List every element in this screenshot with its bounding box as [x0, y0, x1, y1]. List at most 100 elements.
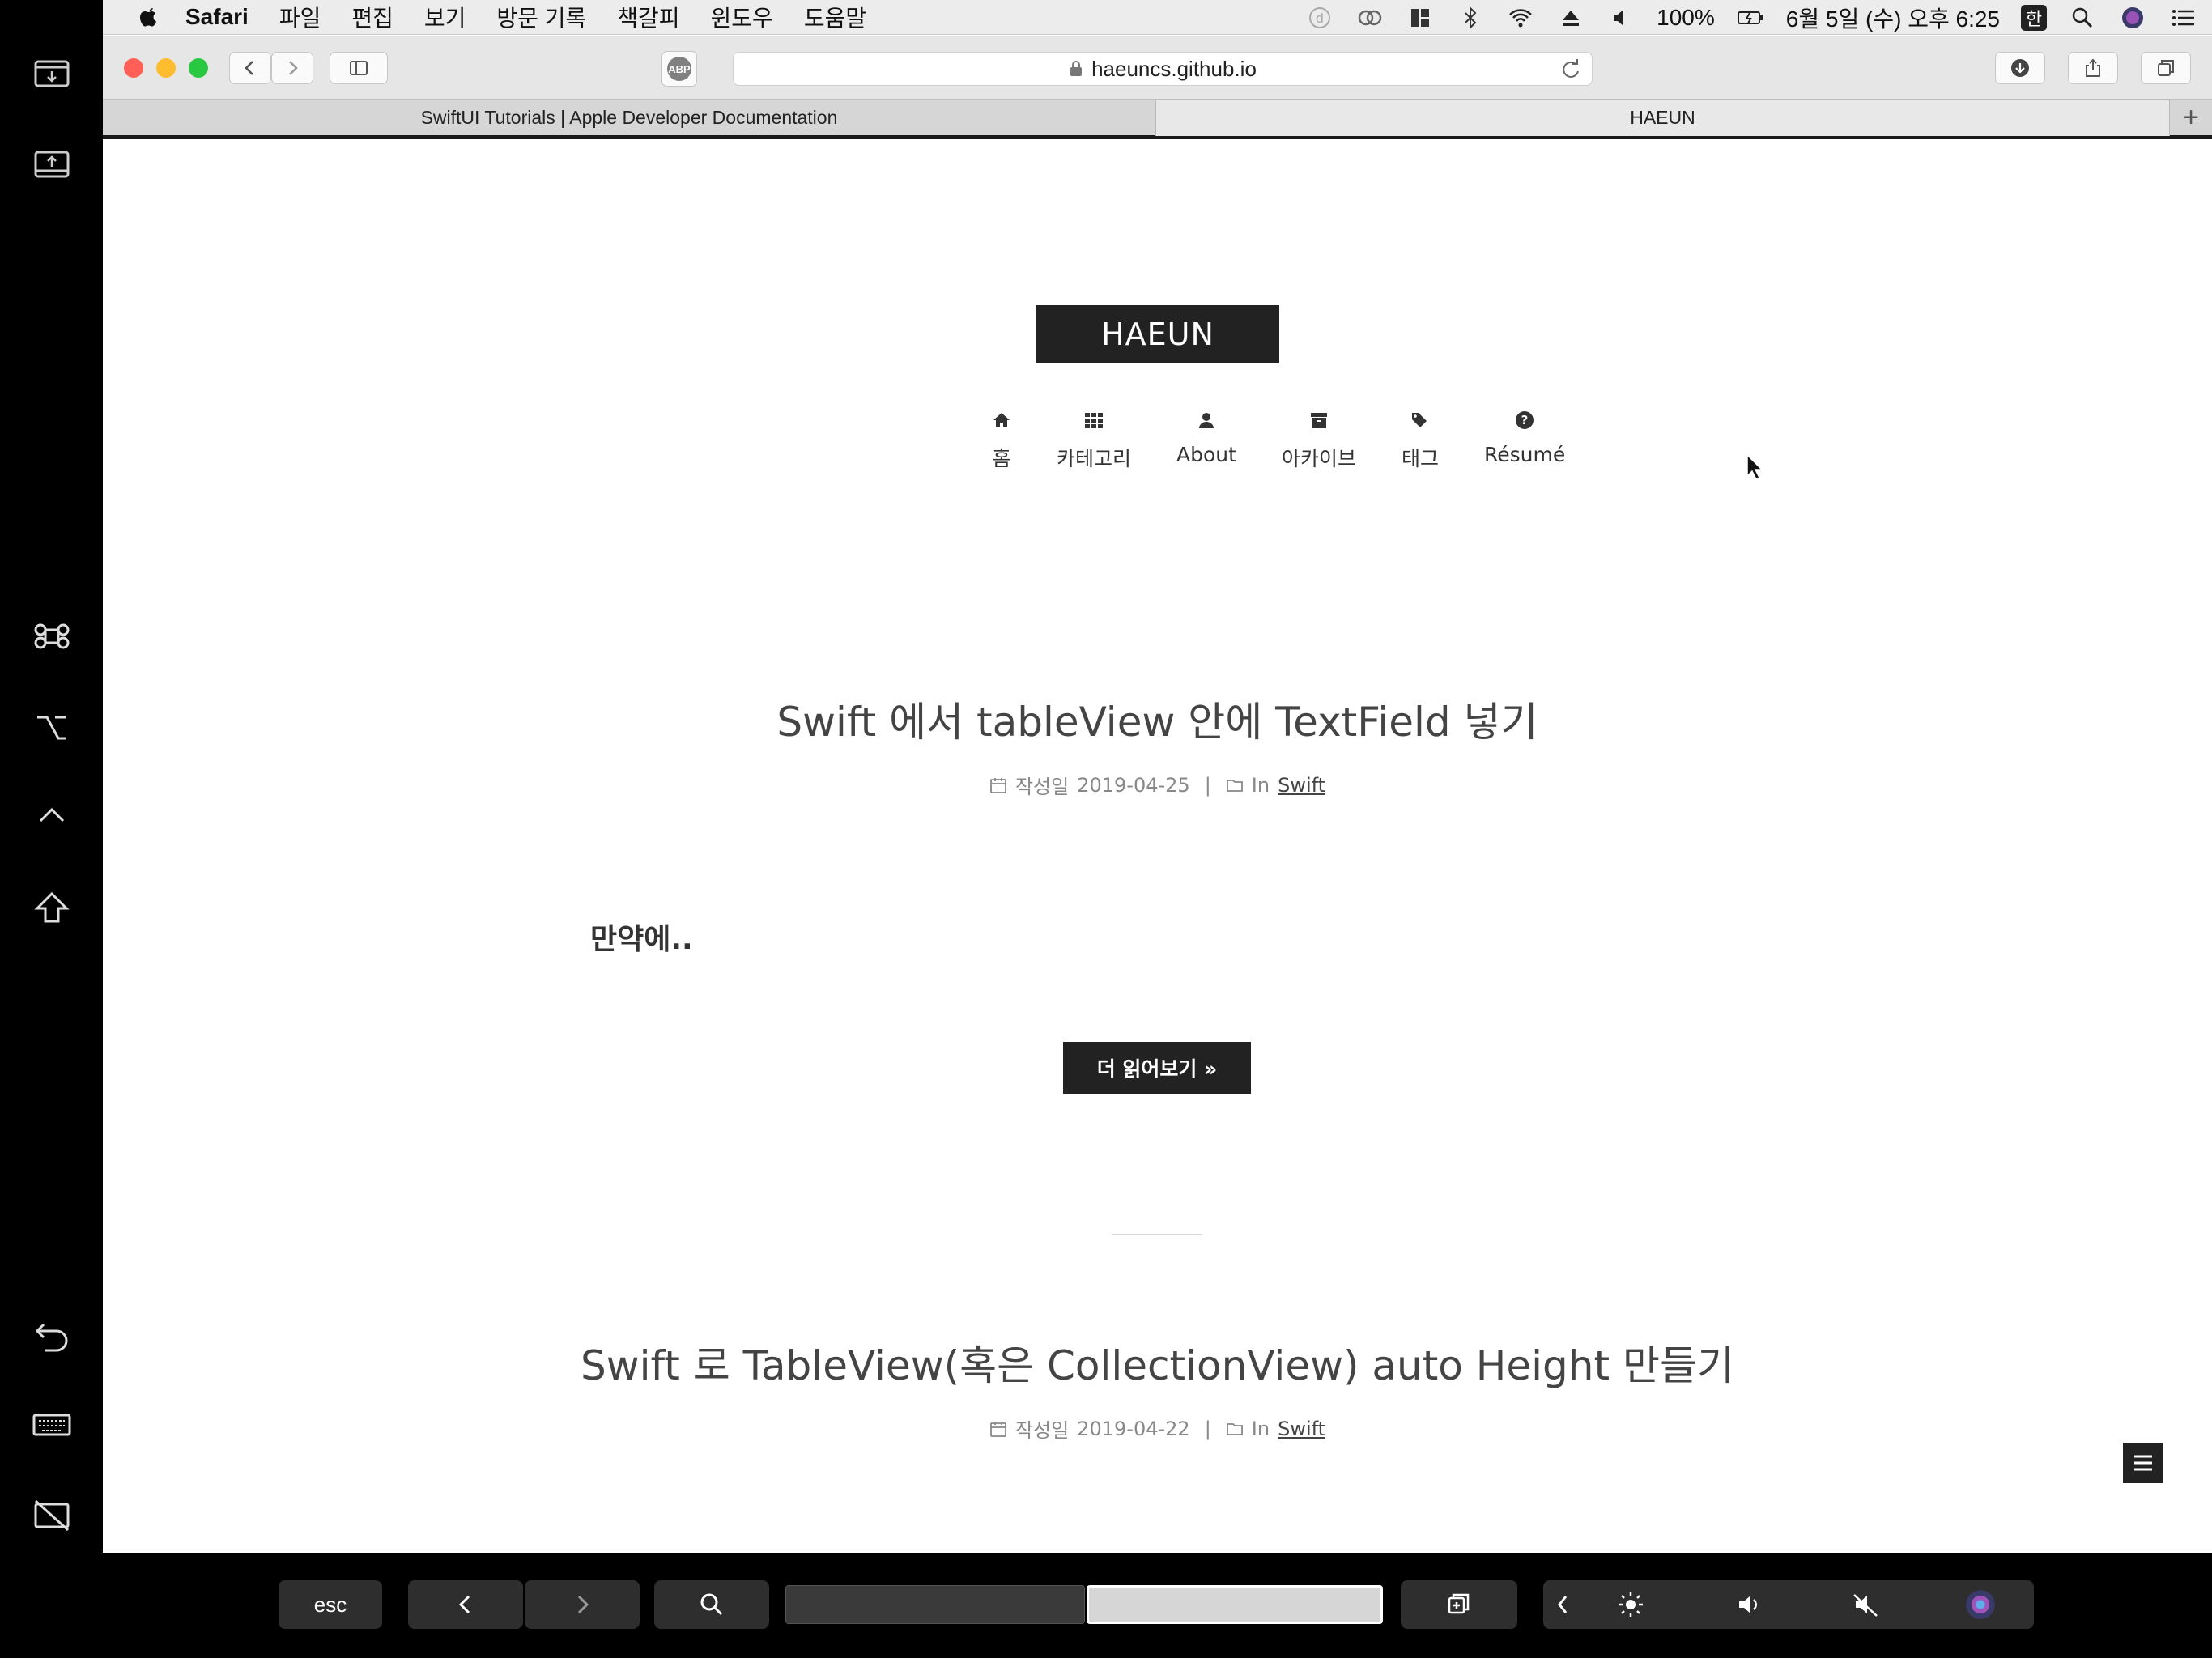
chevron-right-icon	[289, 61, 298, 75]
wifi-icon[interactable]	[1506, 3, 1535, 32]
calendar-icon	[990, 1421, 1006, 1437]
volume-icon[interactable]	[1606, 3, 1636, 32]
nav-item-home[interactable]: 홈	[969, 410, 1034, 472]
search-icon	[700, 1593, 723, 1616]
apple-menu-icon[interactable]	[135, 3, 163, 31]
sidebar-toggle-button[interactable]	[2123, 1443, 2163, 1483]
share-button[interactable]	[2068, 52, 2118, 84]
nav-item-about[interactable]: About	[1154, 410, 1259, 472]
nav-item-tags[interactable]: 태그	[1379, 410, 1461, 472]
site-brand[interactable]: HAEUN	[1036, 305, 1279, 363]
keyboard-icon[interactable]	[23, 1396, 81, 1454]
site-nav: 홈 카테고리 About 아카이브 태그 ? Résumé	[969, 410, 1588, 472]
mute-icon[interactable]	[1851, 1590, 1880, 1619]
touchbar-back-button[interactable]	[408, 1580, 523, 1629]
back-button[interactable]	[229, 52, 271, 84]
tab-thumbnail-swiftui[interactable]	[785, 1585, 1085, 1624]
sidebar-toggle-button[interactable]	[330, 52, 388, 84]
grid-icon	[1085, 413, 1103, 428]
post-meta: 작성일 2019-04-22 | In Swift	[103, 1414, 2212, 1443]
downloads-button[interactable]	[1995, 52, 2045, 84]
menu-bar-toggle-icon[interactable]	[23, 45, 81, 104]
minimize-window-button[interactable]	[156, 58, 176, 78]
chevron-left-icon	[458, 1595, 470, 1614]
menu-history[interactable]: 방문 기록	[496, 1, 586, 33]
nav-item-resume[interactable]: ? Résumé	[1461, 410, 1588, 472]
post-title[interactable]: Swift 로 TableView(혹은 CollectionView) aut…	[103, 1333, 2212, 1392]
nav-item-label: Résumé	[1483, 443, 1566, 466]
brightness-icon[interactable]	[1616, 1590, 1645, 1619]
safari-toolbar: ABP haeuncs.github.io	[103, 36, 2212, 99]
tab-thumbnail-haeun[interactable]	[1087, 1585, 1383, 1624]
dictionary-icon[interactable]: d	[1305, 3, 1334, 32]
lock-icon	[1070, 61, 1083, 76]
shift-key-icon[interactable]	[23, 879, 81, 937]
notification-center-icon[interactable]	[2168, 3, 2197, 32]
post-date: 2019-04-25	[1077, 773, 1190, 797]
post-title[interactable]: Swift 에서 tableView 안에 TextField 넣기	[103, 690, 2212, 748]
adblock-button[interactable]: ABP	[661, 51, 697, 87]
tab-haeun[interactable]: HAEUN	[1156, 100, 2170, 136]
nav-item-label: 홈	[992, 447, 1011, 470]
option-key-icon[interactable]	[23, 698, 81, 756]
menu-app-name[interactable]: Safari	[185, 4, 249, 30]
new-tab-button[interactable]: +	[2170, 100, 2212, 136]
menu-bookmarks[interactable]: 책갈피	[617, 1, 679, 33]
web-page: HAEUN 홈 카테고리 About 아카이브 태그 ? Résumé Swif…	[103, 143, 2212, 1553]
menu-edit[interactable]: 편집	[351, 1, 393, 33]
sidecar-strip	[0, 0, 103, 1658]
post-entry: Swift 로 TableView(혹은 CollectionView) aut…	[103, 1333, 2212, 1443]
tab-overview-button[interactable]	[2141, 52, 2191, 84]
chevron-right-icon	[577, 1595, 589, 1614]
touchbar-new-tab-button[interactable]	[1401, 1580, 1517, 1629]
post-category-prefix: In	[1251, 773, 1270, 797]
bluetooth-icon[interactable]	[1456, 3, 1485, 32]
undo-icon[interactable]	[23, 1307, 81, 1365]
svg-text:?: ?	[1521, 413, 1529, 427]
post-date-label: 작성일	[1015, 776, 1070, 798]
post-category-link[interactable]: Swift	[1278, 1418, 1325, 1440]
disconnect-sidecar-icon[interactable]	[23, 1486, 81, 1545]
hamburger-icon	[2134, 1455, 2152, 1471]
post-category-link[interactable]: Swift	[1278, 774, 1325, 797]
dock-toggle-icon[interactable]	[23, 136, 81, 194]
control-strip	[1543, 1580, 2034, 1629]
command-key-icon[interactable]	[23, 607, 81, 665]
question-circle-icon: ?	[1516, 411, 1534, 429]
eject-icon[interactable]	[1556, 3, 1585, 32]
window-manager-icon[interactable]	[1406, 3, 1435, 32]
tab-swiftui-tutorials[interactable]: SwiftUI Tutorials | Apple Developer Docu…	[103, 100, 1156, 136]
menu-file[interactable]: 파일	[279, 1, 321, 33]
touchbar-search-button[interactable]	[654, 1580, 769, 1629]
reload-icon[interactable]	[1559, 58, 1582, 81]
clock-datetime[interactable]: 6월 5일 (수) 오후 6:25	[1786, 2, 2000, 34]
read-more-button[interactable]: 더 읽어보기 »	[1063, 1042, 1251, 1094]
creative-cloud-icon[interactable]	[1355, 3, 1385, 32]
post-meta: 작성일 2019-04-25 | In Swift	[103, 771, 2212, 799]
forward-button[interactable]	[271, 52, 313, 84]
battery-icon[interactable]	[1736, 3, 1765, 32]
tab-bar: SwiftUI Tutorials | Apple Developer Docu…	[103, 99, 2212, 139]
control-key-icon[interactable]	[23, 787, 81, 845]
expand-control-strip-icon[interactable]	[1548, 1590, 1577, 1619]
menu-bar: Safari 파일 편집 보기 방문 기록 책갈피 윈도우 도움말 d 100%…	[103, 0, 2212, 35]
address-bar[interactable]: haeuncs.github.io	[733, 52, 1593, 86]
volume-icon[interactable]	[1734, 1590, 1763, 1619]
menu-help[interactable]: 도움말	[804, 1, 866, 33]
spotlight-search-icon[interactable]	[2068, 3, 2097, 32]
esc-key[interactable]: esc	[279, 1580, 382, 1629]
menu-view[interactable]: 보기	[424, 1, 466, 33]
siri-icon[interactable]	[1964, 1588, 1997, 1621]
nav-item-archive[interactable]: 아카이브	[1259, 410, 1379, 472]
touchbar-forward-button[interactable]	[525, 1580, 640, 1629]
input-source-badge[interactable]: 한	[2021, 4, 2047, 31]
zoom-window-button[interactable]	[189, 58, 208, 78]
nav-item-categories[interactable]: 카테고리	[1034, 410, 1154, 472]
svg-text:d: d	[1316, 11, 1324, 26]
tags-icon	[1411, 413, 1427, 427]
menu-window[interactable]: 윈도우	[711, 1, 773, 33]
mac-screen: Safari 파일 편집 보기 방문 기록 책갈피 윈도우 도움말 d 100%…	[103, 0, 2212, 1553]
close-window-button[interactable]	[124, 58, 143, 78]
siri-icon[interactable]	[2118, 3, 2147, 32]
post-category-prefix: In	[1251, 1417, 1270, 1440]
